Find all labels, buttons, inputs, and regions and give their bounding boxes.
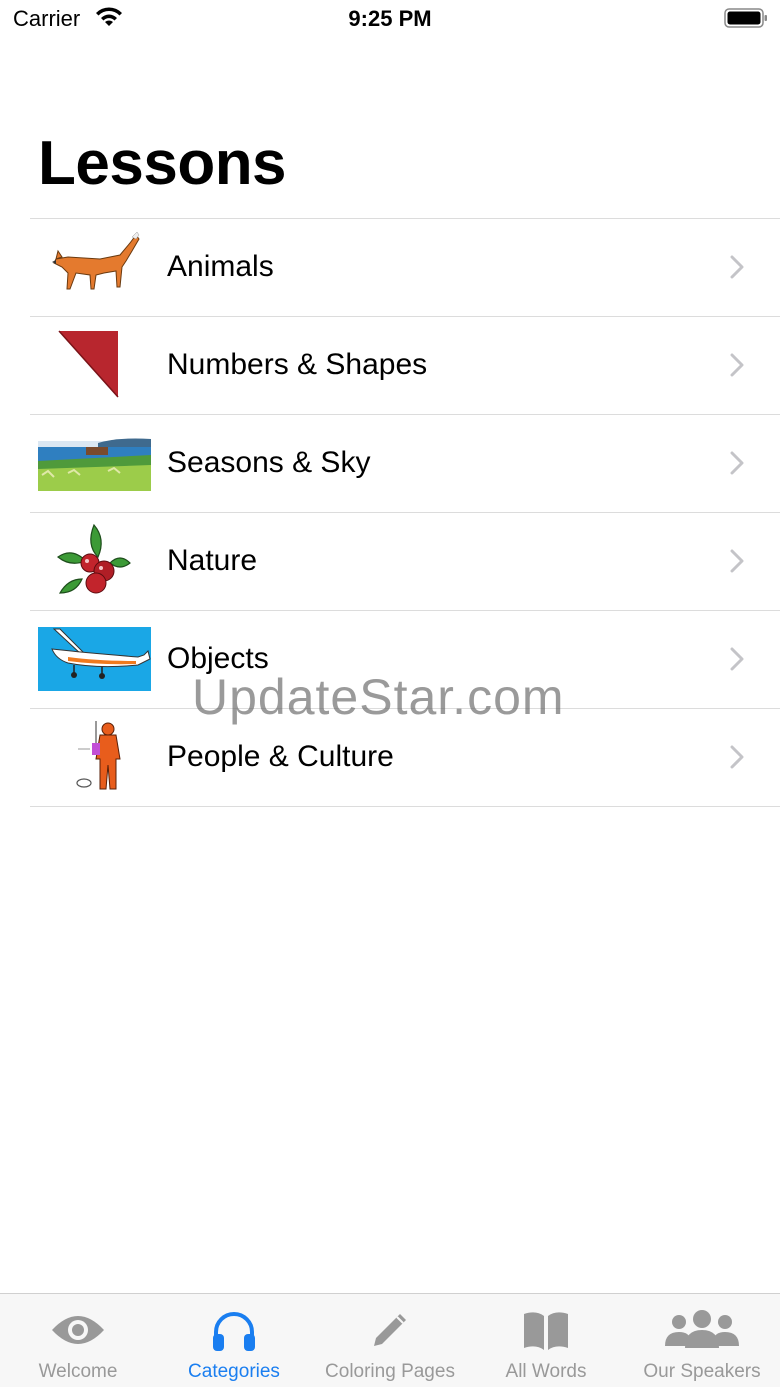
lesson-label: Objects	[167, 642, 269, 675]
berries-icon	[57, 523, 131, 594]
lesson-row-numbers-shapes[interactable]: Numbers & Shapes	[30, 317, 780, 415]
chevron-right-icon	[730, 549, 744, 573]
tab-coloring-pages[interactable]: Coloring Pages	[312, 1294, 468, 1387]
tab-all-words[interactable]: All Words	[468, 1294, 624, 1387]
tab-label: Categories	[188, 1361, 280, 1382]
landscape-icon	[38, 438, 151, 491]
chevron-right-icon	[730, 353, 744, 377]
chevron-right-icon	[730, 647, 744, 671]
battery-icon	[724, 8, 767, 28]
fox-icon	[52, 231, 140, 290]
lesson-label: Animals	[167, 250, 274, 283]
chevron-right-icon	[730, 255, 744, 279]
group-icon	[665, 1310, 739, 1348]
lesson-label: Numbers & Shapes	[167, 348, 428, 381]
airplane-icon	[38, 627, 151, 691]
lesson-row-seasons-sky[interactable]: Seasons & Sky	[30, 415, 780, 513]
status-bar: Carrier 9:25 PM	[0, 0, 780, 40]
lesson-label: People & Culture	[167, 740, 394, 773]
chevron-right-icon	[730, 451, 744, 475]
lesson-row-objects[interactable]: Objects	[30, 611, 780, 709]
lesson-label: Nature	[167, 544, 258, 577]
lesson-label: Seasons & Sky	[167, 446, 371, 479]
triangle-icon	[58, 330, 119, 398]
tab-label: Welcome	[38, 1361, 118, 1382]
tab-welcome[interactable]: Welcome	[0, 1294, 156, 1387]
tab-categories[interactable]: Categories	[156, 1294, 312, 1387]
lesson-row-people-culture[interactable]: People & Culture	[30, 709, 780, 807]
person-icon	[76, 721, 121, 790]
tab-label: Coloring Pages	[325, 1361, 455, 1382]
tab-label: Our Speakers	[643, 1361, 761, 1382]
tab-bar: Welcome Categories Coloring Pages All Wo…	[0, 1293, 780, 1387]
status-time: 9:25 PM	[348, 6, 432, 31]
headphones-icon	[213, 1312, 255, 1351]
book-icon	[524, 1312, 568, 1350]
lesson-row-nature[interactable]: Nature	[30, 513, 780, 611]
eye-icon	[52, 1316, 104, 1344]
pencil-icon	[374, 1314, 406, 1346]
page-title: Lessons	[38, 129, 287, 198]
tab-label: All Words	[505, 1361, 587, 1382]
chevron-right-icon	[730, 745, 744, 769]
tab-our-speakers[interactable]: Our Speakers	[624, 1294, 780, 1387]
lessons-list: Animals Numbers & Shapes Seasons & Sky N…	[30, 218, 780, 807]
lesson-row-animals[interactable]: Animals	[30, 219, 780, 317]
